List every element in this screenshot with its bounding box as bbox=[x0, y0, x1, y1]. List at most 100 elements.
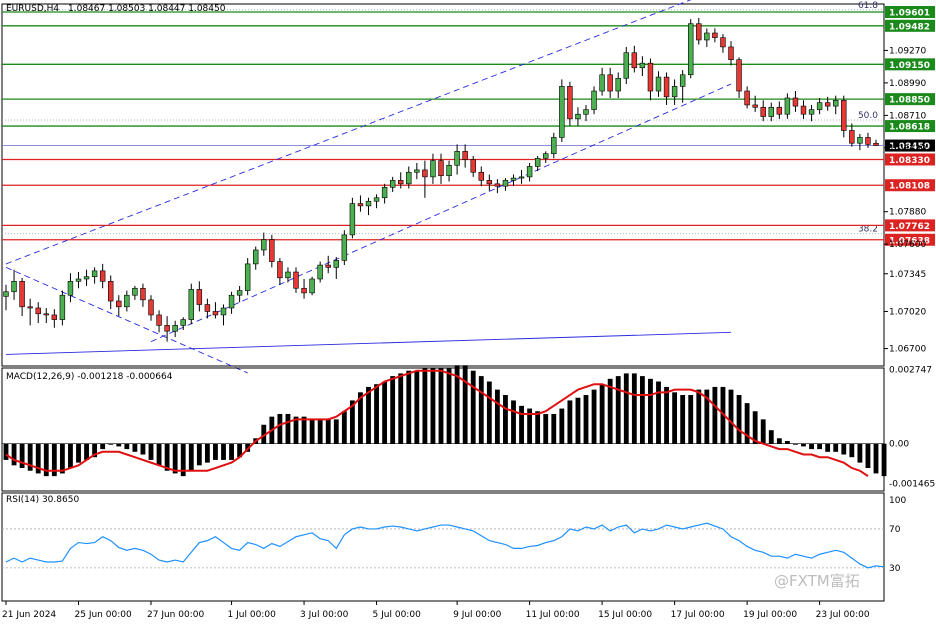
candle-bearish bbox=[728, 46, 734, 60]
rsi-tick-label: 70 bbox=[889, 525, 901, 535]
candle-bullish bbox=[349, 203, 356, 236]
ohlc-values: 1.08467 1.08503 1.08447 1.08450 bbox=[68, 4, 226, 14]
candle-bullish bbox=[575, 113, 581, 120]
macd-histogram-bar bbox=[656, 381, 661, 444]
macd-histogram-bar bbox=[366, 386, 371, 444]
candle-bullish bbox=[623, 52, 629, 79]
macd-histogram-bar bbox=[849, 443, 855, 458]
candle-bullish bbox=[333, 260, 339, 268]
macd-histogram-bar bbox=[414, 370, 420, 444]
level-value: 1.09601 bbox=[889, 9, 930, 19]
candle-bullish bbox=[833, 100, 839, 107]
candle-bearish bbox=[196, 289, 203, 305]
candle-bearish bbox=[156, 314, 162, 326]
macd-histogram-bar bbox=[680, 395, 686, 444]
macd-histogram-bar bbox=[519, 405, 524, 444]
candle-bearish bbox=[744, 90, 750, 106]
macd-histogram-bar bbox=[511, 400, 516, 444]
candle-bullish bbox=[816, 102, 823, 110]
macd-histogram-bar bbox=[398, 373, 404, 444]
price-tick-label: 1.08990 bbox=[889, 79, 926, 89]
time-tick-label: 23 Jul 00:00 bbox=[816, 610, 870, 620]
candle-bullish bbox=[83, 276, 90, 280]
macd-histogram-bar bbox=[575, 397, 581, 444]
macd-histogram-bar bbox=[648, 378, 653, 444]
candle-bearish bbox=[470, 159, 476, 173]
macd-histogram-bar bbox=[382, 381, 388, 444]
macd-histogram-bar bbox=[631, 373, 637, 444]
candle-bearish bbox=[422, 169, 428, 178]
candle-bearish bbox=[277, 261, 283, 279]
macd-histogram-bar bbox=[59, 443, 65, 474]
candle-bullish bbox=[655, 76, 662, 92]
level-value: 1.09150 bbox=[889, 61, 930, 71]
fibo-label: 61.8 bbox=[858, 1, 878, 11]
candle-bearish bbox=[212, 311, 219, 316]
price-tick-label: 1.08710 bbox=[889, 111, 926, 121]
candle-bearish bbox=[841, 100, 847, 131]
time-tick-label: 19 Jul 00:00 bbox=[743, 610, 797, 620]
candle-bullish bbox=[526, 166, 533, 178]
candle-bullish bbox=[91, 270, 98, 277]
rsi-tick-label: 100 bbox=[889, 496, 906, 506]
candle-bullish bbox=[172, 325, 178, 332]
candle-bullish bbox=[75, 278, 82, 282]
macd-histogram-bar bbox=[116, 443, 122, 447]
candle-bearish bbox=[438, 160, 444, 177]
macd-histogram-bar bbox=[317, 419, 323, 444]
macd-histogram-bar bbox=[430, 368, 436, 444]
candle-bearish bbox=[204, 304, 211, 312]
candle-bearish bbox=[567, 86, 573, 120]
candle-bullish bbox=[236, 290, 243, 296]
macd-histogram-bar bbox=[325, 419, 331, 444]
macd-histogram-bar bbox=[478, 376, 484, 444]
macd-histogram-bar bbox=[672, 392, 678, 444]
chart-header: EURUSD,H4 1.08467 1.08503 1.08447 1.0845… bbox=[6, 4, 226, 14]
macd-label: MACD(12,26,9) -0.001218 -0.000664 bbox=[6, 372, 173, 382]
macd-histogram-bar bbox=[124, 443, 130, 450]
candle-bearish bbox=[752, 104, 758, 108]
fibo-label: 50.0 bbox=[858, 111, 878, 121]
macd-histogram-bar bbox=[817, 443, 823, 450]
macd-histogram-bar bbox=[108, 443, 114, 445]
candle-bullish bbox=[583, 109, 589, 115]
macd-histogram-bar bbox=[188, 443, 194, 471]
macd-histogram-bar bbox=[196, 443, 202, 466]
candle-bullish bbox=[768, 106, 774, 117]
candle-bearish bbox=[27, 306, 33, 309]
macd-histogram-bar bbox=[285, 413, 291, 444]
macd-histogram-bar bbox=[76, 443, 81, 463]
candle-bullish bbox=[365, 200, 372, 207]
level-value: 1.08618 bbox=[889, 123, 930, 133]
macd-histogram-bar bbox=[374, 384, 379, 444]
candle-bearish bbox=[478, 171, 484, 181]
candle-bullish bbox=[3, 291, 9, 297]
macd-histogram-bar bbox=[881, 443, 887, 477]
candle-bearish bbox=[325, 264, 331, 268]
macd-tick-label: -0.001465 bbox=[889, 479, 935, 489]
macd-histogram-bar bbox=[470, 370, 476, 444]
macd-histogram-bar bbox=[768, 430, 774, 444]
candle-bullish bbox=[615, 77, 621, 92]
candle-bearish bbox=[760, 106, 766, 117]
macd-histogram-bar bbox=[543, 413, 549, 444]
macd-histogram-bar bbox=[639, 376, 645, 444]
candle-bullish bbox=[534, 158, 541, 167]
macd-histogram-bar bbox=[462, 365, 468, 444]
time-tick-label: 1 Jul 00:00 bbox=[228, 610, 277, 620]
macd-histogram-bar bbox=[793, 443, 798, 445]
level-value: 1.08850 bbox=[889, 96, 930, 106]
macd-histogram-bar bbox=[277, 413, 283, 444]
macd-histogram-bar bbox=[406, 370, 412, 444]
macd-histogram-bar bbox=[615, 376, 621, 444]
macd-histogram-bar bbox=[156, 443, 162, 466]
candle-bullish bbox=[132, 287, 138, 296]
macd-histogram-bar bbox=[301, 416, 307, 444]
candle-bullish bbox=[414, 169, 420, 173]
level-value: 1.08330 bbox=[889, 156, 930, 166]
macd-histogram-bar bbox=[100, 443, 106, 450]
macd-histogram-bar bbox=[688, 395, 694, 444]
candle-bearish bbox=[647, 62, 654, 92]
candle-bearish bbox=[663, 76, 670, 98]
macd-histogram-bar bbox=[132, 443, 138, 452]
